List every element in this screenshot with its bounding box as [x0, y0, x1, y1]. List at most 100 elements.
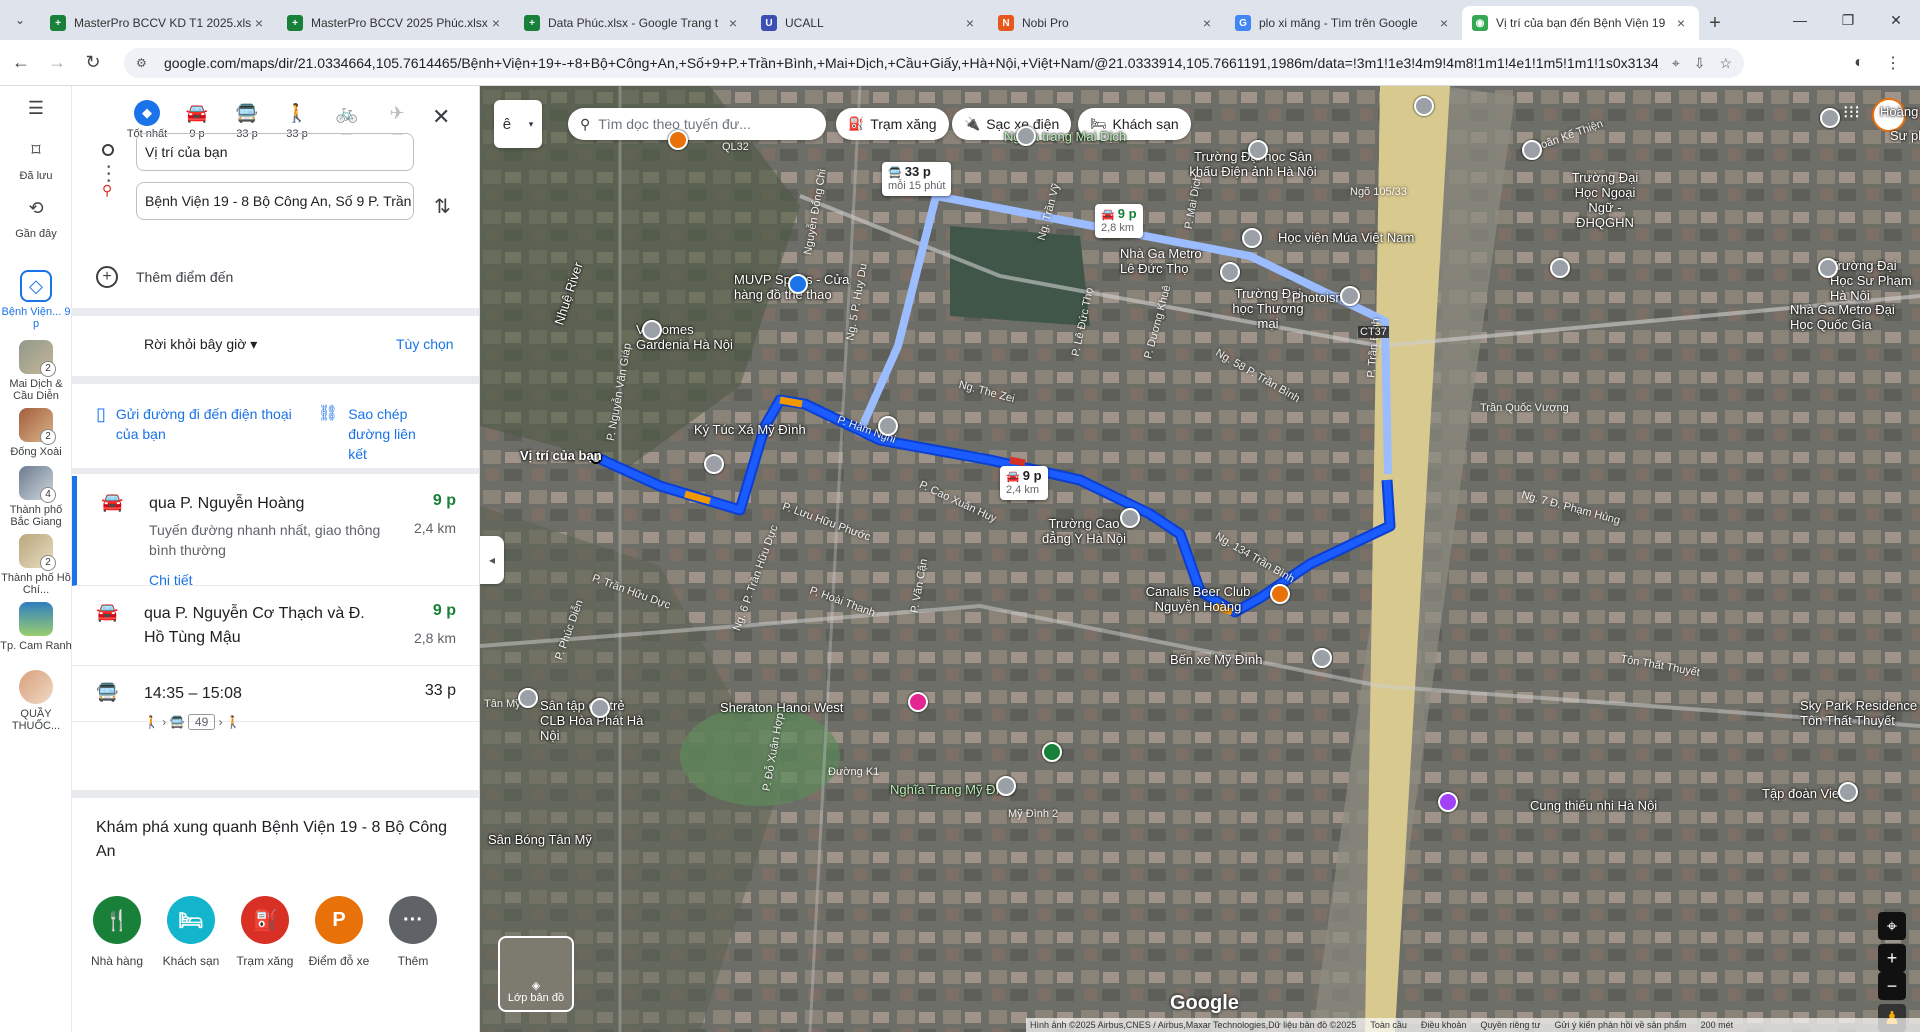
place-label[interactable]: Nhà Ga Metro Lê Đức Thọ [1120, 246, 1216, 276]
profile-avatar-icon[interactable]: ◐ [1842, 48, 1876, 78]
school-marker-icon[interactable] [1242, 228, 1262, 248]
privacy-link[interactable]: Quyền riêng tư [1480, 1018, 1540, 1032]
global-link[interactable]: Toàn cầu [1370, 1018, 1407, 1032]
layers-button[interactable]: ◈ Lớp bản đồ [498, 936, 574, 1012]
place-marker-icon[interactable] [704, 454, 724, 474]
depart-time-dropdown[interactable]: Rời khỏi bây giờ ▾ [144, 336, 257, 353]
main-route-callout[interactable]: 🚘 9 p 2,4 km [1000, 466, 1048, 500]
culture-marker-icon[interactable] [1438, 792, 1458, 812]
food-marker-icon[interactable] [668, 130, 688, 150]
school-marker-icon[interactable] [1818, 258, 1838, 278]
category-gas-stations[interactable]: ⛽ Trạm xăng [228, 896, 302, 968]
stadium-marker-icon[interactable] [518, 688, 538, 708]
place-label[interactable]: Bến xe Mỹ Đình [1170, 652, 1263, 667]
site-info-icon[interactable]: ⚙ [136, 56, 156, 70]
tab-search-chevron-icon[interactable]: ⌄ [0, 0, 40, 40]
saved-button[interactable]: ⌑ Đã lưu [0, 134, 72, 183]
place-label[interactable]: Nghĩa Trang Mỹ Đình [890, 782, 1014, 797]
place-marker-icon[interactable] [590, 698, 610, 718]
cemetery-marker-icon[interactable] [1016, 126, 1036, 146]
copy-link-button[interactable]: Sao chép đường liên kết [348, 404, 428, 464]
cemetery-marker-icon[interactable] [996, 776, 1016, 796]
apps-grid-icon[interactable]: ⁝⁝⁝ [1843, 102, 1860, 123]
category-more[interactable]: ··· Thêm [376, 896, 450, 968]
recent-place-item[interactable]: Tp. Cam Ranh [0, 602, 72, 652]
my-location-icon[interactable]: ⌖ [1878, 912, 1906, 940]
shopping-marker-icon[interactable] [788, 274, 808, 294]
recent-button[interactable]: ⟲ Gần đây [0, 192, 72, 241]
place-marker-icon[interactable] [642, 320, 662, 340]
feedback-link[interactable]: Gửi ý kiến phản hồi về sản phẩm [1554, 1018, 1686, 1032]
park-marker-icon[interactable] [1042, 742, 1062, 762]
minimize-icon[interactable]: — [1776, 0, 1824, 40]
new-tab-plus-icon[interactable]: + [1699, 6, 1731, 40]
recent-place-item[interactable]: 2 Mai Dịch & Cầu Diễn [0, 340, 72, 402]
recent-place-item[interactable]: QUẦY THUỐC... [0, 670, 72, 732]
install-app-icon[interactable]: ⇩ [1694, 55, 1706, 72]
school-marker-icon[interactable] [1550, 258, 1570, 278]
zoom-in-button[interactable]: + [1878, 944, 1906, 972]
route-options-button[interactable]: Tùy chọn [396, 336, 454, 352]
collapse-panel-button[interactable]: ◂ [480, 536, 504, 584]
origin-input[interactable]: Vị trí của bạn [136, 133, 414, 171]
tab-ucall[interactable]: U UCALL × [751, 6, 988, 40]
back-arrow-icon[interactable]: ← [6, 48, 36, 78]
place-marker-icon[interactable] [1838, 782, 1858, 802]
category-parking[interactable]: P Điểm đỗ xe [302, 896, 376, 968]
swap-directions-icon[interactable]: ⇅ [434, 194, 451, 219]
tab-data-phuc[interactable]: + Data Phúc.xlsx - Google Trang t × [514, 6, 751, 40]
place-label[interactable]: Trường Đại Học Sư Phạm Hà Nội [1830, 258, 1920, 303]
school-marker-icon[interactable] [1522, 140, 1542, 160]
destination-input[interactable]: Bệnh Viện 19 - 8 Bộ Công An, Số 9 P. Trầ… [136, 182, 414, 220]
menu-button[interactable]: ☰ [0, 92, 72, 128]
category-restaurants[interactable]: 🍴 Nhà hàng [80, 896, 154, 968]
close-tab-icon[interactable]: × [251, 15, 267, 31]
place-label[interactable]: Trường Đại Học Ngoại Ngữ - ĐHQGHN [1570, 170, 1640, 230]
restore-icon[interactable]: ❐ [1824, 0, 1872, 40]
place-label[interactable]: Cung thiếu nhi Hà Nội [1530, 798, 1657, 813]
tab-nobi-pro[interactable]: N Nobi Pro × [988, 6, 1225, 40]
place-label[interactable]: Sư ph [1890, 128, 1920, 143]
browser-menu-icon[interactable]: ⋮ [1876, 48, 1910, 78]
place-label[interactable]: Canalis Beer Club Nguyễn Hoàng [1138, 584, 1258, 614]
alt-route-callout[interactable]: 🚘 9 p 2,8 km [1095, 204, 1143, 238]
add-destination-button[interactable]: + Thêm điểm đến [96, 266, 233, 288]
place-label[interactable]: Học viện Múa Việt Nam [1278, 230, 1414, 245]
category-hotels[interactable]: 🛏 Khách sạn [154, 896, 228, 968]
school-marker-icon[interactable] [1414, 96, 1434, 116]
place-marker-icon[interactable] [1820, 108, 1840, 128]
close-tab-icon[interactable]: × [488, 15, 504, 31]
tab-masterpro-kd[interactable]: + MasterPro BCCV KD T1 2025.xls × [40, 6, 277, 40]
place-label[interactable]: Sky Park Residence Tôn Thất Thuyết [1800, 698, 1920, 728]
close-tab-icon[interactable]: × [1436, 15, 1452, 31]
bookmark-star-icon[interactable]: ☆ [1719, 55, 1732, 72]
search-along-route-input[interactable]: ⚲ Tìm dọc theo tuyến đư... [568, 108, 826, 140]
chip-gas-stations[interactable]: ⛽ Trạm xăng [836, 108, 949, 140]
recent-place-item[interactable]: 2 Đống Xoài [0, 408, 72, 458]
place-marker-icon[interactable] [1340, 286, 1360, 306]
school-marker-icon[interactable] [1120, 508, 1140, 528]
location-pin-icon[interactable]: ⌖ [1672, 55, 1680, 72]
transit-route-callout[interactable]: 🚍 33 p mỗi 15 phút [882, 162, 952, 196]
place-label[interactable]: Sân Bóng Tân Mỹ [488, 832, 592, 847]
place-marker-icon[interactable] [878, 416, 898, 436]
school-marker-icon[interactable] [1220, 262, 1240, 282]
place-label[interactable]: Trường Cao đẳng Y Hà Nội [1034, 516, 1134, 546]
school-marker-icon[interactable] [1248, 140, 1268, 160]
tab-google-maps[interactable]: ◉ Vị trí của bạn đến Bệnh Viện 19 × [1462, 6, 1699, 40]
close-tab-icon[interactable]: × [1673, 15, 1689, 31]
place-label[interactable]: Nhà Ga Metro Đại Học Quốc Gia [1790, 302, 1900, 332]
send-to-phone-link[interactable]: Gửi đường đi đến điện thoại của bạn [116, 404, 296, 464]
satellite-map[interactable]: ê ▾ ⚲ Tìm dọc theo tuyến đư... ⛽ Trạm xăng … [480, 86, 1920, 1032]
route-option-1[interactable]: 🚘 qua P. Nguyễn Hoàng Tuyến đường nhanh … [72, 476, 479, 588]
recent-place-item[interactable]: 2 Thành phố Hồ Chí... [0, 534, 72, 596]
route-option-2[interactable]: 🚘 qua P. Nguyễn Cơ Thạch và Đ. Hồ Tùng M… [72, 586, 479, 666]
transit-route-option[interactable]: 🚍 14:35 – 15:08 33 p 🚶 › 🚍 49 › 🚶 [72, 666, 479, 730]
place-label[interactable]: Hoàng [1880, 104, 1918, 119]
scale-label[interactable]: 200 mét [1701, 1018, 1734, 1032]
forward-arrow-icon[interactable]: → [42, 48, 72, 78]
recent-place-item[interactable]: 4 Thành phố Bắc Giang [0, 466, 72, 528]
address-bar[interactable]: ⚙ google.com/maps/dir/21.0334664,105.761… [124, 48, 1744, 78]
close-tab-icon[interactable]: × [725, 15, 741, 31]
close-directions-icon[interactable]: ✕ [432, 104, 450, 130]
